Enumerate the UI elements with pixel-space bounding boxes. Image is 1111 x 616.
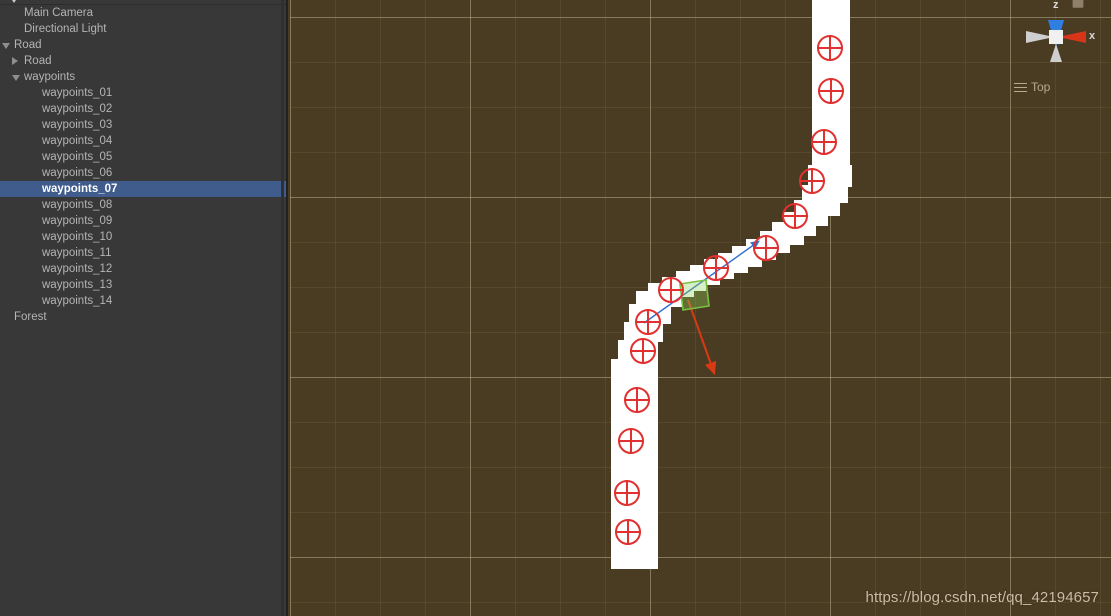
gizmo-axis-cone-negative-z[interactable] (1050, 44, 1062, 62)
hierarchy-item-label: waypoints_08 (42, 199, 113, 211)
hierarchy-panel[interactable]: Road Main Camera Directional Light Road Roa… (0, 0, 288, 616)
selected-object-box-gizmo[interactable] (679, 279, 710, 311)
waypoint-circle-cross-icon[interactable] (658, 277, 684, 303)
padlock-icon[interactable] (1071, 0, 1085, 10)
waypoint-circle-cross-icon[interactable] (614, 480, 640, 506)
hierarchy-item-label: Road (14, 39, 42, 51)
watermark-url: https://blog.csdn.net/qq_42194657 (865, 589, 1099, 606)
hierarchy-item-label: waypoints_07 (42, 183, 118, 195)
hierarchy-item-waypoints-11[interactable]: waypoints_11 (0, 245, 286, 261)
hierarchy-item-waypoints-09[interactable]: waypoints_09 (0, 213, 286, 229)
hierarchy-item-waypoints-04[interactable]: waypoints_04 (0, 133, 286, 149)
waypoint-circle-cross-icon[interactable] (618, 428, 644, 454)
hierarchy-item-waypoints-06[interactable]: waypoints_06 (0, 165, 286, 181)
waypoint-circle-cross-icon[interactable] (782, 203, 808, 229)
hierarchy-item-waypoints-12[interactable]: waypoints_12 (0, 261, 286, 277)
hierarchy-item-label: waypoints_09 (42, 215, 113, 227)
hierarchy-item-label: waypoints_06 (42, 167, 113, 179)
hierarchy-item-label: waypoints_13 (42, 279, 113, 291)
hierarchy-item-label: waypoints_01 (42, 87, 113, 99)
waypoint-circle-cross-icon[interactable] (799, 168, 825, 194)
side-axis-arrow (687, 299, 717, 376)
hierarchy-tree[interactable]: Main Camera Directional Light Road Road wayp… (0, 5, 286, 325)
hierarchy-item-waypoints-07[interactable]: waypoints_07 (0, 181, 286, 197)
right-triangle-icon[interactable] (12, 57, 18, 65)
hierarchy-item-label: waypoints (24, 71, 76, 83)
scene-orientation-gizmo[interactable]: z x Top (1008, 0, 1103, 105)
down-triangle-icon[interactable] (12, 75, 20, 81)
hierarchy-item-label: waypoints_10 (42, 231, 113, 243)
hierarchy-item-label: Road (24, 0, 53, 3)
scene-view-mode-button[interactable]: Top (1014, 80, 1050, 94)
box-collider-gizmo[interactable] (679, 279, 710, 311)
hierarchy-item-road[interactable]: Road (0, 53, 286, 69)
waypoint-circle-cross-icon[interactable] (630, 338, 656, 364)
hierarchy-item-label: waypoints_03 (42, 119, 113, 131)
waypoint-circle-cross-icon[interactable] (818, 78, 844, 104)
hierarchy-item-label: waypoints_05 (42, 151, 113, 163)
hamburger-icon (1014, 82, 1027, 92)
hierarchy-item-label: waypoints_04 (42, 135, 113, 147)
hierarchy-item-waypoints-13[interactable]: waypoints_13 (0, 277, 286, 293)
hierarchy-item-directional-light[interactable]: Directional Light (0, 21, 286, 37)
scene-view-mode-label: Top (1031, 80, 1051, 94)
hierarchy-scrollbar[interactable] (281, 0, 284, 616)
hierarchy-item-waypoints-01[interactable]: waypoints_01 (0, 85, 286, 101)
waypoint-circle-cross-icon[interactable] (753, 235, 779, 261)
scene-view[interactable]: z x Top https://blog.csdn.net/qq_4219465… (290, 0, 1111, 616)
down-triangle-icon[interactable] (2, 43, 10, 49)
hierarchy-item-road[interactable]: Road (0, 37, 286, 53)
hierarchy-item-waypoints-02[interactable]: waypoints_02 (0, 101, 286, 117)
hierarchy-item-waypoints[interactable]: waypoints (0, 69, 286, 85)
waypoint-circle-cross-icon[interactable] (703, 255, 729, 281)
hierarchy-item-waypoints-10[interactable]: waypoints_10 (0, 229, 286, 245)
waypoint-circle-cross-icon[interactable] (811, 129, 837, 155)
hierarchy-item-label: Forest (14, 311, 47, 323)
hierarchy-item-forest[interactable]: Forest (0, 309, 286, 325)
hierarchy-item-waypoints-03[interactable]: waypoints_03 (0, 117, 286, 133)
waypoint-circle-cross-icon[interactable] (635, 309, 661, 335)
waypoint-markers[interactable] (614, 35, 844, 545)
scene-gizmos[interactable] (290, 0, 1111, 616)
waypoint-circle-cross-icon[interactable] (615, 519, 641, 545)
gizmo-center-cube[interactable] (1049, 30, 1063, 44)
hierarchy-item-waypoints-08[interactable]: waypoints_08 (0, 197, 286, 213)
waypoint-circle-cross-icon[interactable] (817, 35, 843, 61)
hierarchy-item-waypoints-14[interactable]: waypoints_14 (0, 293, 286, 309)
hierarchy-item-label: waypoints_14 (42, 295, 113, 307)
hierarchy-item-label: waypoints_12 (42, 263, 113, 275)
down-triangle-icon[interactable] (10, 0, 18, 3)
hierarchy-item-label: Directional Light (24, 23, 107, 35)
waypoint-circle-cross-icon[interactable] (624, 387, 650, 413)
hierarchy-item-main-camera[interactable]: Main Camera (0, 5, 286, 21)
unity-editor-window: Road Main Camera Directional Light Road Roa… (0, 0, 1111, 616)
hierarchy-item-waypoints-05[interactable]: waypoints_05 (0, 149, 286, 165)
hierarchy-item-label: waypoints_02 (42, 103, 113, 115)
hierarchy-item-label: Road (24, 55, 52, 67)
hierarchy-item-label: Main Camera (24, 7, 94, 19)
hierarchy-item-label: waypoints_11 (42, 247, 112, 259)
